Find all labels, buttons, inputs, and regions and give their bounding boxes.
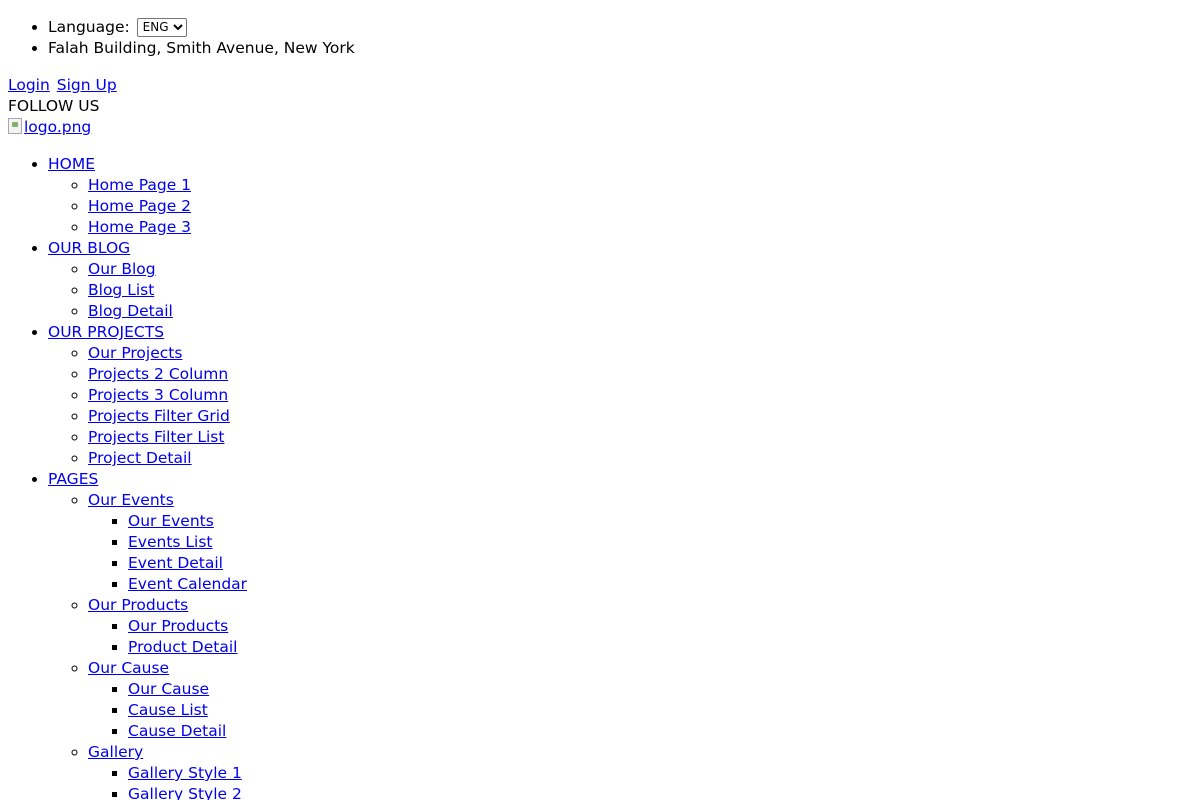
- event-calendar-link[interactable]: Event Calendar: [128, 575, 247, 593]
- logo-alt-text: logo.png: [24, 118, 92, 136]
- gallery-style-2-link[interactable]: Gallery Style 2: [128, 785, 242, 800]
- gallery-style-1-link[interactable]: Gallery Style 1: [128, 764, 242, 782]
- submenu-item-events: Our Events Our Events Events List Event …: [88, 490, 1200, 595]
- signup-link[interactable]: Sign Up: [57, 76, 117, 94]
- submenu-item: Event Detail: [128, 553, 1200, 574]
- our-cause-group-link[interactable]: Our Cause: [88, 659, 169, 677]
- submenu-home: Home Page 1 Home Page 2 Home Page 3: [48, 175, 1200, 238]
- submenu-item: Our Events: [128, 511, 1200, 532]
- submenu-item: Product Detail: [128, 637, 1200, 658]
- submenu-item: Projects Filter Grid: [88, 406, 1200, 427]
- blog-list-link[interactable]: Blog List: [88, 281, 154, 299]
- submenu-blog: Our Blog Blog List Blog Detail: [48, 259, 1200, 322]
- submenu-item: Events List: [128, 532, 1200, 553]
- event-detail-link[interactable]: Event Detail: [128, 554, 223, 572]
- projects-3-column-link[interactable]: Projects 3 Column: [88, 386, 228, 404]
- home-page-1-link[interactable]: Home Page 1: [88, 176, 191, 194]
- submenu-projects: Our Projects Projects 2 Column Projects …: [48, 343, 1200, 469]
- submenu-item: Projects 2 Column: [88, 364, 1200, 385]
- submenu-item-products: Our Products Our Products Product Detail: [88, 595, 1200, 658]
- submenu-pages: Our Events Our Events Events List Event …: [48, 490, 1200, 800]
- nav-link-blog[interactable]: OUR BLOG: [48, 239, 130, 257]
- project-detail-link[interactable]: Project Detail: [88, 449, 192, 467]
- cause-detail-link[interactable]: Cause Detail: [128, 722, 226, 740]
- our-events-link[interactable]: Our Events: [128, 512, 214, 530]
- gallery-group-link[interactable]: Gallery: [88, 743, 143, 761]
- login-link[interactable]: Login: [8, 76, 50, 94]
- home-page-3-link[interactable]: Home Page 3: [88, 218, 191, 236]
- submenu-item: Blog List: [88, 280, 1200, 301]
- nav-link-pages[interactable]: PAGES: [48, 470, 98, 488]
- our-events-group-link[interactable]: Our Events: [88, 491, 174, 509]
- submenu-item: Blog Detail: [88, 301, 1200, 322]
- our-products-link[interactable]: Our Products: [128, 617, 228, 635]
- submenu-item: Our Projects: [88, 343, 1200, 364]
- top-info-list: Language: ENG Falah Building, Smith Aven…: [0, 17, 1200, 59]
- auth-links: Login Sign Up: [8, 75, 1200, 96]
- address-item: Falah Building, Smith Avenue, New York: [48, 38, 1200, 59]
- nav-item-pages: PAGES Our Events Our Events Events List …: [48, 469, 1200, 800]
- submenu-item: Home Page 2: [88, 196, 1200, 217]
- product-detail-link[interactable]: Product Detail: [128, 638, 237, 656]
- follow-us-label: FOLLOW US: [8, 97, 100, 115]
- cause-list-link[interactable]: Cause List: [128, 701, 208, 719]
- our-projects-link[interactable]: Our Projects: [88, 344, 182, 362]
- main-nav: HOME Home Page 1 Home Page 2 Home Page 3…: [0, 154, 1200, 800]
- submenu-item: Our Blog: [88, 259, 1200, 280]
- our-products-group-link[interactable]: Our Products: [88, 596, 188, 614]
- language-label: Language:: [48, 18, 130, 36]
- our-blog-link[interactable]: Our Blog: [88, 260, 156, 278]
- submenu-item: Event Calendar: [128, 574, 1200, 595]
- submenu-item-gallery: Gallery Gallery Style 1 Gallery Style 2: [88, 742, 1200, 800]
- language-item: Language: ENG: [48, 17, 1200, 38]
- submenu-cause: Our Cause Cause List Cause Detail: [88, 679, 1200, 742]
- page: Language: ENG Falah Building, Smith Aven…: [0, 0, 1200, 800]
- submenu-item: Gallery Style 1: [128, 763, 1200, 784]
- nav-item-home: HOME Home Page 1 Home Page 2 Home Page 3: [48, 154, 1200, 238]
- submenu-item-cause: Our Cause Our Cause Cause List Cause Det…: [88, 658, 1200, 742]
- home-page-2-link[interactable]: Home Page 2: [88, 197, 191, 215]
- submenu-item: Projects 3 Column: [88, 385, 1200, 406]
- projects-2-column-link[interactable]: Projects 2 Column: [88, 365, 228, 383]
- logo: logo.png: [8, 117, 1200, 138]
- submenu-item: Cause Detail: [128, 721, 1200, 742]
- submenu-products: Our Products Product Detail: [88, 616, 1200, 658]
- projects-filter-grid-link[interactable]: Projects Filter Grid: [88, 407, 230, 425]
- language-select[interactable]: ENG: [136, 17, 187, 37]
- submenu-item: Our Cause: [128, 679, 1200, 700]
- logo-link[interactable]: logo.png: [8, 118, 91, 136]
- submenu-item: Projects Filter List: [88, 427, 1200, 448]
- submenu-gallery: Gallery Style 1 Gallery Style 2: [88, 763, 1200, 800]
- events-list-link[interactable]: Events List: [128, 533, 213, 551]
- our-cause-link[interactable]: Our Cause: [128, 680, 209, 698]
- submenu-item: Home Page 1: [88, 175, 1200, 196]
- nav-item-projects: OUR PROJECTS Our Projects Projects 2 Col…: [48, 322, 1200, 469]
- projects-filter-list-link[interactable]: Projects Filter List: [88, 428, 224, 446]
- blog-detail-link[interactable]: Blog Detail: [88, 302, 173, 320]
- submenu-events: Our Events Events List Event Detail Even…: [88, 511, 1200, 595]
- submenu-item: Gallery Style 2: [128, 784, 1200, 800]
- nav-link-projects[interactable]: OUR PROJECTS: [48, 323, 164, 341]
- submenu-item: Home Page 3: [88, 217, 1200, 238]
- broken-image-icon: [8, 118, 22, 134]
- submenu-item: Project Detail: [88, 448, 1200, 469]
- submenu-item: Cause List: [128, 700, 1200, 721]
- submenu-item: Our Products: [128, 616, 1200, 637]
- nav-link-home[interactable]: HOME: [48, 155, 95, 173]
- nav-item-blog: OUR BLOG Our Blog Blog List Blog Detail: [48, 238, 1200, 322]
